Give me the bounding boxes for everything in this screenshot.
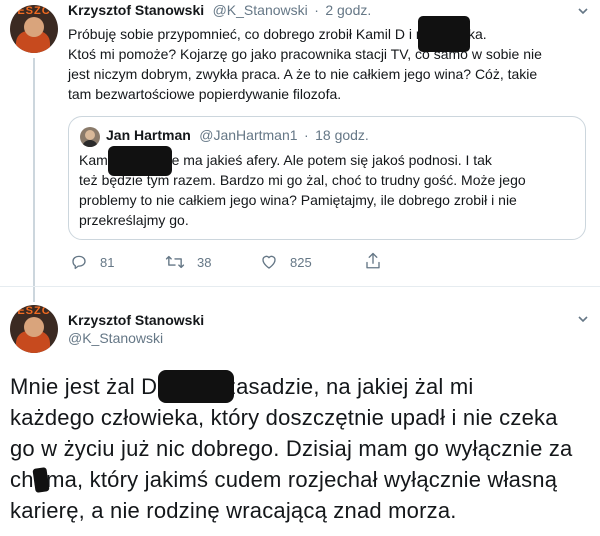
- tweet1-header: Krzysztof Stanowski @K_Stanowski · 2 god…: [68, 2, 371, 20]
- like-count: 825: [290, 254, 312, 270]
- redaction-block: [108, 146, 172, 176]
- retweet-count: 38: [197, 254, 212, 270]
- chevron-down-icon[interactable]: [576, 4, 590, 21]
- tweet-line: karierę, a nie rodzinę wracającą znad mo…: [10, 498, 457, 523]
- chevron-down-icon[interactable]: [576, 312, 590, 329]
- tweet2-text: Mnie jest żal D na tej zasadzie, na jaki…: [10, 371, 595, 526]
- quoted-author-name[interactable]: Jan Hartman: [106, 127, 191, 143]
- tweet-line: tam bezwartościowe popierdywanie filozof…: [68, 86, 342, 102]
- tweet-line: go w życiu już nic dobrego. Dzisiaj mam …: [10, 436, 573, 461]
- avatar-face: [24, 17, 44, 37]
- like-button[interactable]: 825: [260, 253, 312, 271]
- tweet2-header: Krzysztof Stanowski @K_Stanowski: [68, 312, 204, 346]
- retweet-button[interactable]: 38: [165, 253, 211, 271]
- reply-icon: [72, 255, 86, 270]
- separator: ·: [303, 127, 309, 143]
- quoted-time[interactable]: 18 godz.: [315, 127, 369, 143]
- quoted-avatar[interactable]: [80, 127, 100, 147]
- quoted-header: Jan Hartman @JanHartman1 · 18 godz.: [106, 127, 369, 145]
- tweet-line: chama, który jakimś cudem rozjechał wyłą…: [10, 467, 558, 492]
- author-handle[interactable]: @K_Stanowski: [213, 2, 308, 18]
- reply-count: 81: [100, 254, 115, 270]
- thread-line: [33, 58, 35, 302]
- quoted-author-handle[interactable]: @JanHartman1: [199, 127, 297, 143]
- tweet1-text: Próbuję sobie przypomnieć, co dobrego zr…: [68, 24, 593, 104]
- tweet-line: Mnie jest żal D na tej zasadzie, na jaki…: [10, 374, 474, 399]
- author-name[interactable]: Krzysztof Stanowski: [68, 312, 204, 328]
- author-name[interactable]: Krzysztof Stanowski: [68, 2, 204, 18]
- author-handle[interactable]: @K_Stanowski: [68, 330, 204, 346]
- tweet-line: Ktoś mi pomoże? Kojarzę go jako pracowni…: [68, 46, 542, 62]
- tweet-time[interactable]: 2 godz.: [325, 2, 371, 18]
- tweet-line: Próbuję sobie przypomnieć, co dobrego zr…: [68, 26, 487, 42]
- redaction-block: [158, 370, 234, 403]
- separator: ·: [314, 2, 319, 18]
- tweet1-avatar[interactable]: ESZC: [10, 5, 58, 53]
- tweet-line: każdego człowieka, który doszczętnie upa…: [10, 405, 558, 430]
- avatar-face: [24, 317, 44, 337]
- tweet2-avatar[interactable]: ESZC: [10, 305, 58, 353]
- quoted-line: przekreślajmy go.: [79, 212, 189, 228]
- share-button[interactable]: [364, 251, 394, 271]
- tweet-line: jest niczym dobrym, zwykła praca. A że t…: [68, 66, 538, 82]
- retweet-icon: [165, 255, 185, 269]
- quoted-line: problemy to nie całkiem jego wina? Pamię…: [79, 192, 517, 208]
- tweet-divider: [0, 286, 600, 287]
- reply-button[interactable]: 81: [70, 253, 114, 271]
- redaction-block: [418, 16, 470, 52]
- like-icon: [262, 255, 276, 269]
- share-icon: [366, 252, 380, 269]
